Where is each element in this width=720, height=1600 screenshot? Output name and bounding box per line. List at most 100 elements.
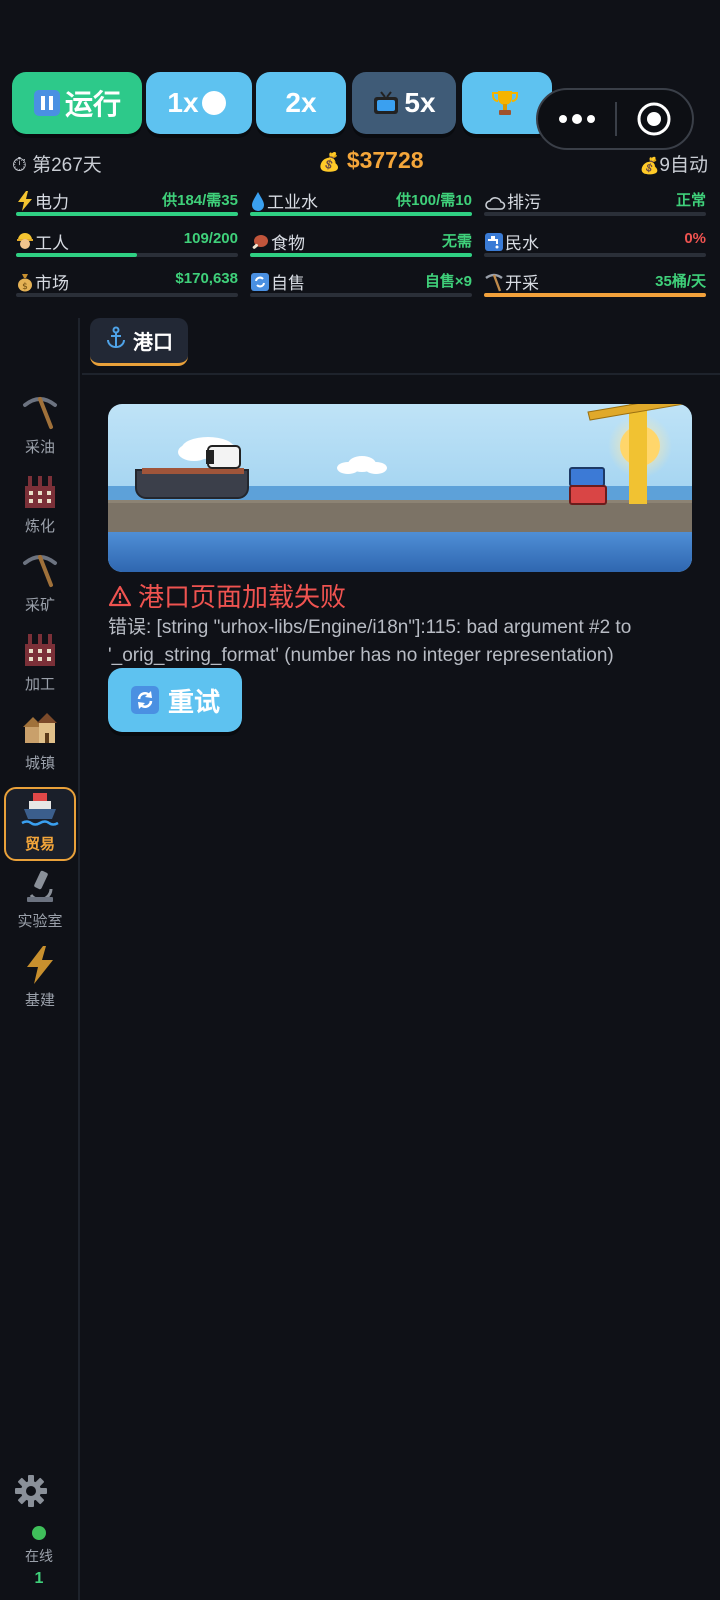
sidebar-item-label: 炼化 [24,518,55,535]
tab-divider [82,373,720,375]
more-icon[interactable] [538,113,615,125]
sidebar-item-1[interactable]: 炼化 [4,471,76,545]
stat-progress-track [16,253,238,257]
stat-progress-track [484,212,706,216]
speed-1x-label: 1x [167,87,199,118]
online-count: 1 [34,1570,44,1587]
trophy-icon [490,88,520,118]
stat-progress-track [250,293,472,297]
stat-label-text: 排污 [507,193,541,212]
pickaxe-icon [4,392,76,432]
stat-value: 供184/需35 [162,192,238,209]
stat-7: 自售 自售×9 [250,269,472,301]
factory-icon [4,629,76,669]
stat-label-text: 电力 [35,193,69,212]
stat-6: $ 市场 $170,638 [16,269,238,301]
sidebar-item-label: 基建 [24,992,55,1009]
pickaxe-icon [4,550,76,590]
online-label: 在线 [25,1548,53,1564]
error-title: 港口页面加载失败 [108,577,346,614]
sidebar-item-4[interactable]: 城镇 [4,708,76,782]
status-area [0,0,720,68]
stat-progress-fill [16,253,137,257]
stat-progress-track [16,293,238,297]
houses-icon [4,708,76,748]
stat-value: 35桶/天 [655,273,706,290]
money-value: $37728 [346,147,424,173]
sidebar-item-6[interactable]: 实验室 [4,866,76,940]
sidebar-item-label: 采矿 [24,597,55,614]
stat-1: 工业水 供100/需10 [250,188,472,220]
sidebar-item-label: 实验室 [17,913,63,930]
stat-label-text: 工业水 [267,193,318,212]
retry-button[interactable]: 重试 [108,668,242,732]
svg-text:$: $ [22,282,28,292]
day-counter: ⏱ 第267天 [12,150,102,177]
stopwatch-icon: ⏱ [12,155,27,176]
speed-5x-button[interactable]: 5x [352,72,456,134]
stat-0: 电力 供184/需35 [16,188,238,220]
day-label: 第267天 [32,155,102,176]
money-display: 💰 $37728 [318,147,424,174]
stat-label-text: 开采 [505,274,539,293]
stat-value: 0% [684,230,706,247]
stat-value: 109/200 [183,230,238,247]
stat-label-text: 工人 [35,234,69,253]
speed-2x-label: 2x [285,87,317,118]
ship-icon [6,789,74,829]
tab-port-label: 港口 [133,332,173,354]
moneybag-icon: 💰 [639,158,660,175]
auto-label: 9自动 [659,155,708,176]
stat-value: 无需 [441,233,472,250]
target-icon[interactable] [617,101,692,137]
moneybag-icon: 💰 [318,152,341,172]
run-button[interactable]: 运行 [12,72,142,134]
stat-label-text: 民水 [505,234,539,253]
factory-icon [4,471,76,511]
moon-icon [201,90,227,116]
stat-8: 开采 35桶/天 [484,269,706,301]
tab-port[interactable]: 港口 [90,318,188,366]
sidebar-item-label: 加工 [24,676,55,693]
stat-progress-track [484,293,706,297]
stat-progress-fill [250,253,472,257]
stat-5: 民水 0% [484,229,706,261]
sidebar-item-0[interactable]: 采油 [4,392,76,466]
stat-progress-track [250,253,472,257]
gear-icon[interactable] [14,1474,48,1513]
sidebar-item-7[interactable]: 基建 [4,945,76,1019]
online-status-dot [32,1526,46,1540]
sidebar-item-2[interactable]: 采矿 [4,550,76,624]
speed-2x-button[interactable]: 2x [256,72,346,134]
stat-value: 正常 [675,192,706,209]
stat-value: 供100/需10 [396,192,472,209]
sidebar-item-5[interactable]: 贸易 [4,787,76,861]
stat-progress-track [16,212,238,216]
stat-label-text: 市场 [35,274,69,293]
stat-value: 自售×9 [424,273,472,290]
stat-3: 工人 109/200 [16,229,238,261]
sidebar-item-3[interactable]: 加工 [4,629,76,703]
stat-progress-fill [16,212,238,216]
stat-progress-fill [484,293,706,297]
retry-label: 重试 [167,686,220,717]
lightning-icon [4,945,76,985]
sidebar-item-label: 城镇 [24,755,55,772]
stat-progress-track [250,212,472,216]
harbor-illustration [108,404,692,572]
speed-1x-button[interactable]: 1x [146,72,252,134]
auto-counter: 💰9自动 [640,150,709,177]
error-message: 错误: [string "urhox-libs/Engine/i18n"]:11… [108,617,632,666]
info-row: ⏱ 第267天 💰 $37728 💰9自动 [12,147,709,178]
tv-icon [372,89,400,117]
warning-icon [108,585,132,606]
stat-progress-fill [250,212,472,216]
stat-2: 排污 正常 [484,188,706,220]
stat-progress-track [484,253,706,257]
sidebar-item-label: 贸易 [24,836,55,853]
stat-label-text: 自售 [271,274,305,293]
error-title-text: 港口页面加载失败 [138,582,347,612]
stat-4: 食物 无需 [250,229,472,261]
run-label: 运行 [64,89,121,120]
speed-5x-label: 5x [404,87,436,118]
